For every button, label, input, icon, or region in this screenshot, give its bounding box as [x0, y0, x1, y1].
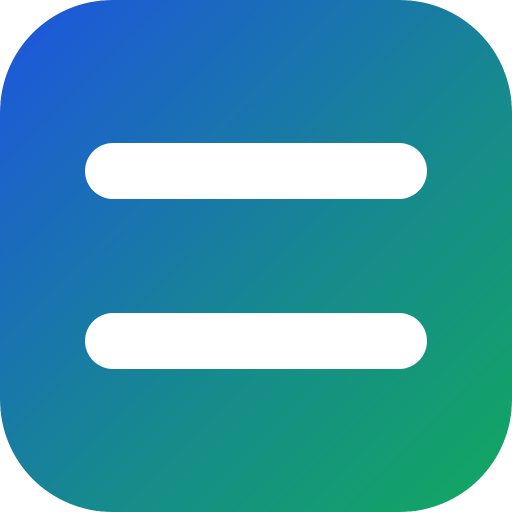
equals-bottom-bar	[85, 313, 427, 369]
equals-top-bar	[85, 143, 427, 199]
app-icon[interactable]	[0, 0, 512, 512]
icon-background	[0, 0, 512, 512]
equals-icon	[0, 0, 512, 512]
